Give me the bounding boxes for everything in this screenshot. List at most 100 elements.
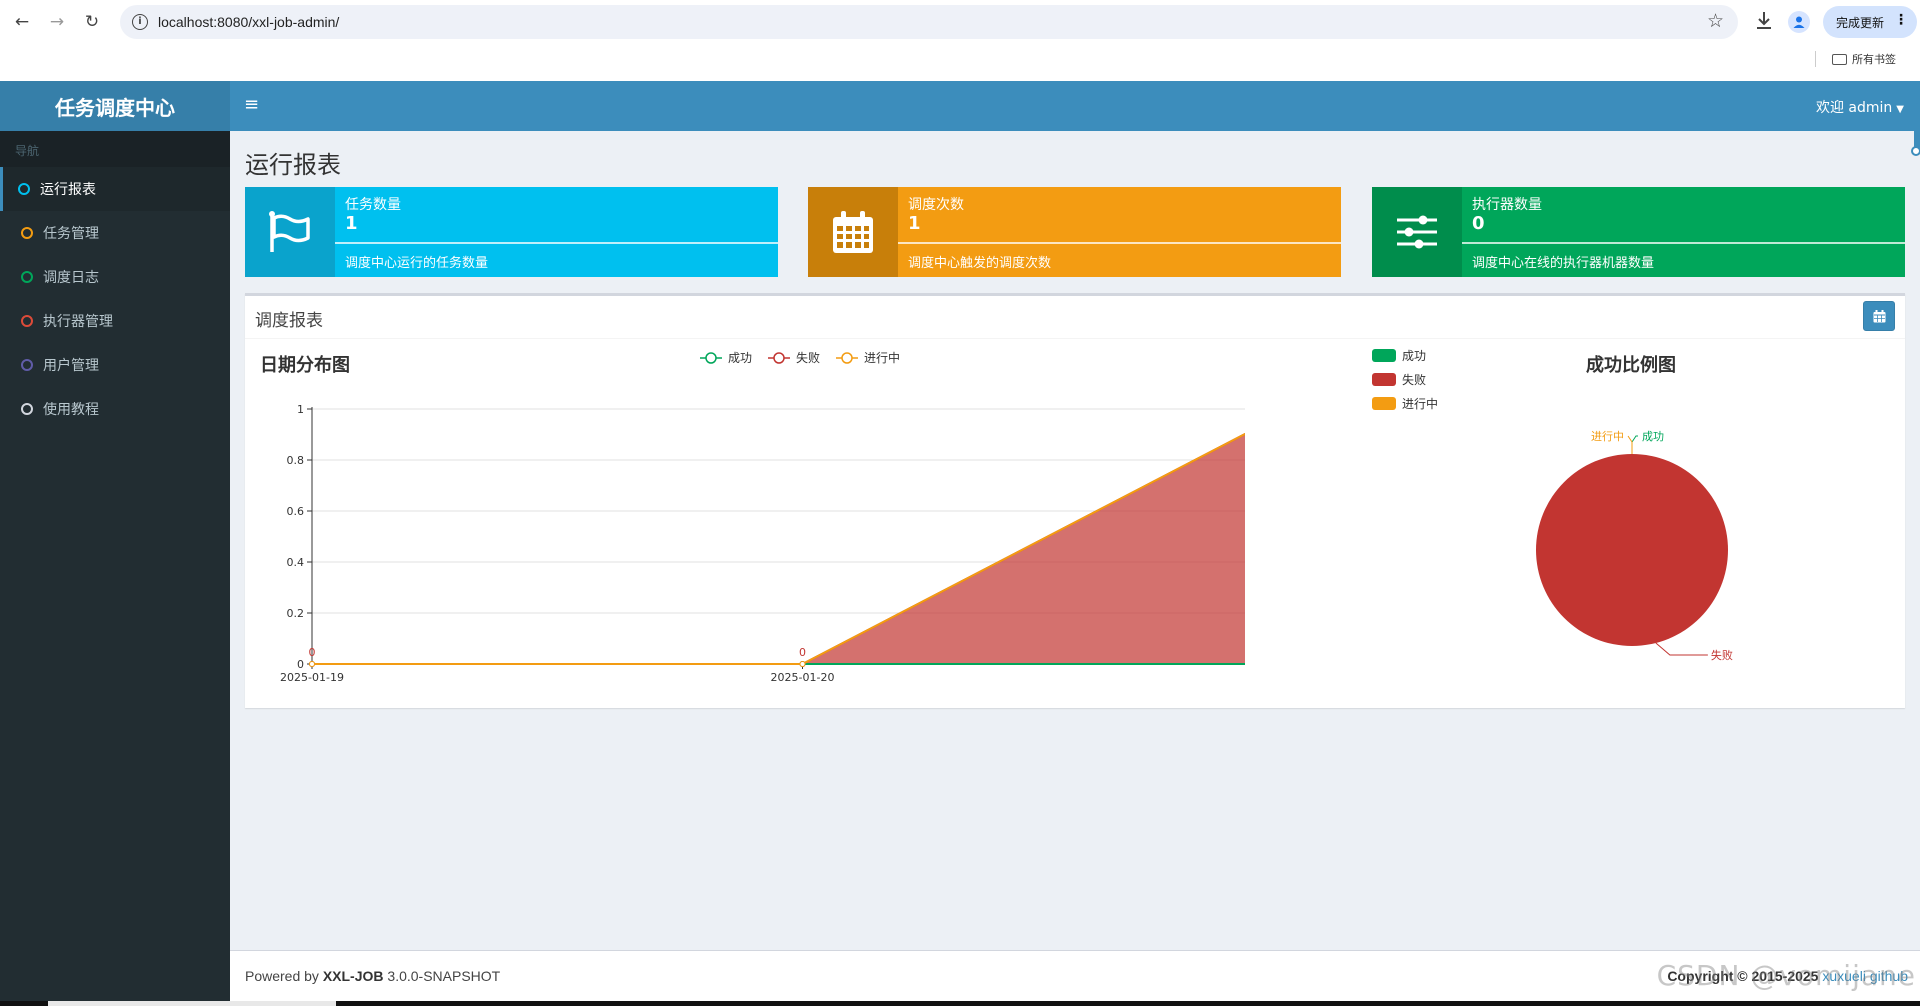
info-box-progress (1462, 242, 1905, 244)
user-menu-label: 欢迎 admin (1815, 100, 1893, 116)
y-tick-label: 0.6 (287, 505, 305, 518)
profile-avatar-icon[interactable] (1788, 11, 1810, 33)
info-box-title: 执行器数量 (1472, 197, 1542, 213)
date-distribution-chart: 00.20.40.60.812025-01-192025-01-202025-0… (280, 350, 1245, 684)
flag-icon (269, 211, 310, 252)
dispatch-report-box: 调度报表 日期分布图 0 0.2 0.4 0.6 0.8 1 2025-01-19 2025-… (245, 293, 1905, 708)
footer-powered-by: Powered by XXL-JOB 3.0.0-SNAPSHOT (245, 968, 500, 984)
series-area (312, 433, 1245, 664)
sidebar-item-label: 调度日志 (43, 270, 99, 286)
info-box-icon-area (808, 187, 898, 277)
circle-icon (21, 271, 33, 283)
info-box-task-count: 任务数量 1 调度中心运行的任务数量 (245, 187, 778, 277)
sidebar-item-label: 使用教程 (43, 402, 99, 418)
powered-by-prefix: Powered by (245, 968, 323, 984)
update-button-label: 完成更新 (1836, 15, 1885, 30)
bookmark-star-icon[interactable]: ☆ (1707, 10, 1724, 32)
folder-icon (1832, 53, 1847, 65)
sidebar-item[interactable]: 用户管理 (0, 343, 230, 387)
legend-label: 成功 (728, 351, 752, 365)
legend-label: 成功 (1402, 349, 1426, 363)
taskbar (0, 1001, 1920, 1006)
user-menu[interactable]: 欢迎 admin ▼ (1816, 97, 1904, 117)
legend-label: 失败 (796, 350, 820, 365)
legend-marker (773, 352, 785, 364)
date-range-button[interactable] (1863, 301, 1895, 331)
slice-label-line (1655, 642, 1708, 656)
report-title: 调度报表 (255, 311, 323, 331)
info-box-description: 调度中心触发的调度次数 (908, 256, 1052, 271)
x-tick-label: 2025-01-20 (771, 671, 835, 684)
all-bookmarks-button[interactable]: 所有书签 (1832, 51, 1896, 67)
sidebar-toggle-icon[interactable]: ≡ (244, 94, 259, 115)
circle-icon (21, 359, 33, 371)
circle-icon (21, 403, 33, 415)
taskbar-app (48, 1001, 336, 1006)
more-menu-icon[interactable]: ⋮ (1894, 12, 1908, 28)
sidebar-header: 导航 (0, 131, 230, 167)
sidebar-item[interactable]: 运行报表 (0, 167, 230, 211)
app-logo-text: 任务调度中心 (55, 95, 175, 120)
sidebar-item[interactable]: 使用教程 (0, 387, 230, 431)
sidebar-item[interactable]: 调度日志 (0, 255, 230, 299)
info-box-progress (898, 242, 1341, 244)
legend-label: 失败 (1402, 372, 1426, 387)
app-logo[interactable]: 任务调度中心 (0, 81, 230, 131)
info-box-description: 调度中心在线的执行器机器数量 (1472, 256, 1655, 271)
circle-icon (21, 315, 33, 327)
browser-chrome: ← → ↻ i localhost:8080/xxl-job-admin/ ☆ … (0, 0, 1920, 81)
y-tick-label: 0.2 (287, 607, 305, 620)
page-title: 运行报表 (245, 151, 341, 179)
legend-swatch (1372, 397, 1396, 410)
reload-icon[interactable]: ↻ (78, 8, 106, 36)
url-text[interactable]: localhost:8080/xxl-job-admin/ (158, 14, 339, 30)
info-box-description: 调度中心运行的任务数量 (345, 256, 489, 271)
back-arrow-icon[interactable]: ← (8, 8, 36, 36)
info-box-dispatch-count: 调度次数 1 调度中心触发的调度次数 (808, 187, 1341, 277)
legend-swatch (1372, 373, 1396, 386)
site-info-icon[interactable]: i (132, 14, 148, 30)
caret-down-icon: ▼ (1896, 104, 1904, 115)
sliders-icon (1397, 215, 1437, 249)
y-tick-label: 1 (297, 403, 304, 416)
info-box-progress (335, 242, 778, 244)
legend-swatch (1372, 349, 1396, 362)
download-icon[interactable] (1752, 8, 1776, 34)
scrollbar-knob[interactable] (1911, 146, 1920, 156)
slice-label: 成功 (1642, 430, 1664, 443)
slice-label-line (1627, 435, 1633, 454)
address-bar[interactable]: i localhost:8080/xxl-job-admin/ ☆ (120, 5, 1738, 39)
sidebar-item[interactable]: 任务管理 (0, 211, 230, 255)
y-tick-label: 0.8 (287, 454, 305, 467)
sidebar-item[interactable]: 执行器管理 (0, 299, 230, 343)
calendar-icon (833, 211, 873, 253)
info-box-title: 调度次数 (908, 197, 964, 213)
x-tick-label: 2025-01-19 (280, 671, 344, 684)
success-ratio-chart: 成功失败进行中成功失败进行中 (1372, 349, 1733, 662)
legend-marker (841, 352, 853, 364)
footer: Powered by XXL-JOB 3.0.0-SNAPSHOT Copyri… (230, 950, 1920, 1001)
info-box-icon-area (1372, 187, 1462, 277)
bookmark-divider (1815, 51, 1816, 67)
data-label: 0 (309, 646, 316, 659)
sidebar-item-label: 任务管理 (43, 226, 99, 242)
series-point (309, 661, 315, 667)
series-point (799, 661, 806, 667)
slice-label: 进行中 (1591, 430, 1624, 443)
circle-icon (21, 227, 33, 239)
sidebar-item-label: 运行报表 (40, 182, 96, 198)
update-button[interactable]: 完成更新 ⋮ (1823, 6, 1917, 38)
info-box-number: 1 (908, 213, 921, 234)
data-label: 0 (799, 646, 806, 659)
forward-arrow-icon[interactable]: → (43, 8, 71, 36)
info-box-title: 任务数量 (345, 197, 401, 213)
y-tick-label: 0.4 (287, 556, 305, 569)
info-box-number: 0 (1472, 213, 1485, 234)
brand-name: XXL-JOB (322, 968, 384, 984)
slice-label: 失败 (1711, 648, 1733, 662)
info-box-icon-area (245, 187, 335, 277)
version-text: 3.0.0-SNAPSHOT (383, 968, 501, 984)
sidebar-item-label: 用户管理 (43, 358, 99, 374)
pie-slice (1536, 454, 1728, 646)
legend-label: 进行中 (864, 350, 900, 365)
